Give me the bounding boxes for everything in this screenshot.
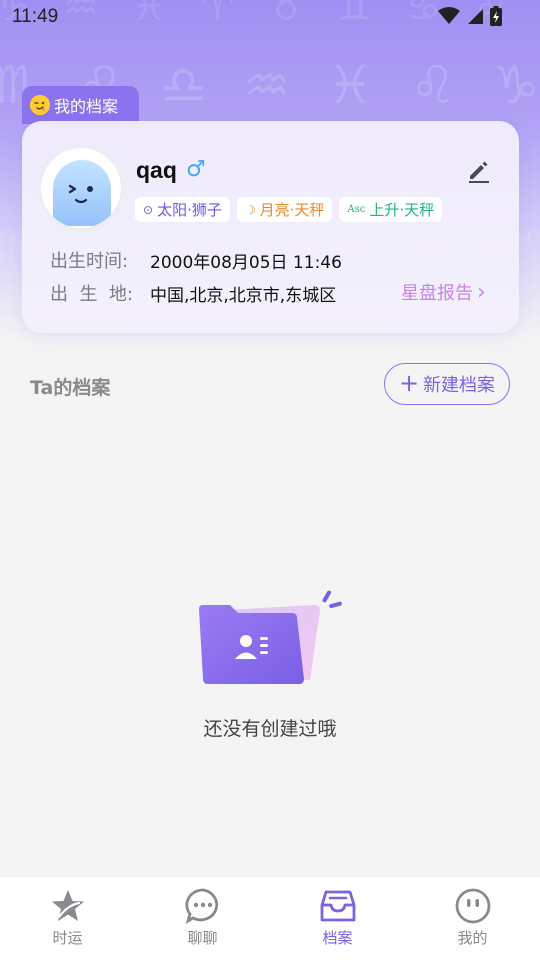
chart-report-link[interactable]: 星盘报告 › [401, 279, 486, 305]
my-profile-tab: 我的档案 [22, 86, 139, 124]
nav-label-chat: 聊聊 [187, 929, 218, 947]
ascendant-icon: Asc [347, 204, 366, 215]
new-archive-label: 新建档案 [423, 375, 496, 396]
avatar[interactable] [41, 148, 121, 228]
chart-report-label: 星盘报告 [401, 283, 473, 304]
nav-label-mine: 我的 [457, 929, 488, 947]
birth-place-row: 出 生 地: 中国,北京,北京市,东城区 [50, 280, 336, 306]
ta-archive-title: Ta的档案 [30, 377, 111, 399]
birth-time-value: 2000年08月05日 11:46 [150, 252, 342, 273]
profile-name: qaq [136, 157, 177, 183]
nav-item-chat[interactable]: 聊聊 [135, 877, 270, 960]
plus-icon: + [398, 369, 420, 397]
nav-label-archive: 档案 [322, 929, 353, 947]
edit-pencil-icon[interactable] [466, 157, 492, 183]
moon-sign-tag: ☽ 月亮·天秤 [236, 197, 333, 222]
battery-icon [490, 6, 502, 26]
empty-folder-icon [199, 590, 342, 684]
moon-sign-label: 月亮·天秤 [259, 201, 325, 219]
wink-emoji-icon [30, 95, 50, 115]
new-archive-button[interactable]: + 新建档案 [384, 363, 510, 405]
profile-face-icon [455, 888, 490, 924]
moon-icon: ☽ [244, 202, 256, 217]
chevron-right-icon: › [477, 279, 486, 305]
birth-place-value: 中国,北京,北京市,东城区 [150, 285, 337, 306]
astro-tags: ⊙ 太阳·狮子 ☽ 月亮·天秤 Asc 上升·天秤 [135, 197, 443, 222]
nav-item-mine[interactable]: 我的 [405, 877, 540, 960]
male-gender-icon: ♂ [186, 157, 206, 182]
bottom-navigation: 时运 聊聊 档案 我的 [0, 876, 540, 960]
status-icons [438, 6, 502, 26]
ghost-avatar-icon [53, 160, 111, 226]
archive-screen: ♑ ♒ ♓ ♈ ♉ ♊ ♋ ♌ ♍ ♏ ♌ ♎ ♒ ♓ ♌ ♑ ♐ ♍ ♎ ♏ … [0, 0, 540, 960]
status-time: 11:49 [12, 6, 59, 27]
archive-tray-icon [320, 890, 355, 922]
cell-signal-icon [468, 9, 483, 24]
nav-label-fortune: 时运 [52, 929, 83, 947]
my-profile-tab-label: 我的档案 [54, 97, 119, 116]
birth-place-label: 出 生 地: [50, 284, 133, 305]
nav-item-archive[interactable]: 档案 [270, 877, 405, 960]
wifi-icon [438, 7, 460, 24]
profile-card[interactable]: qaq ♂ ⊙ 太阳·狮子 ☽ 月亮·天秤 Asc 上升·天秤 出生时间: 20… [22, 121, 519, 333]
sun-sign-label: 太阳·狮子 [157, 201, 222, 219]
chat-bubble-icon [184, 888, 218, 925]
sun-sign-tag: ⊙ 太阳·狮子 [135, 197, 230, 222]
empty-state-message: 还没有创建过哦 [203, 718, 337, 740]
sun-icon: ⊙ [143, 202, 154, 217]
ascendant-tag: Asc 上升·天秤 [339, 197, 443, 222]
status-bar: 11:49 [0, 0, 540, 34]
birth-time-label: 出生时间: [50, 251, 129, 272]
star-fortune-icon [51, 890, 84, 921]
ascendant-label: 上升·天秤 [369, 201, 435, 219]
birth-time-row: 出生时间: 2000年08月05日 11:46 [50, 247, 342, 273]
nav-item-fortune[interactable]: 时运 [0, 877, 135, 960]
